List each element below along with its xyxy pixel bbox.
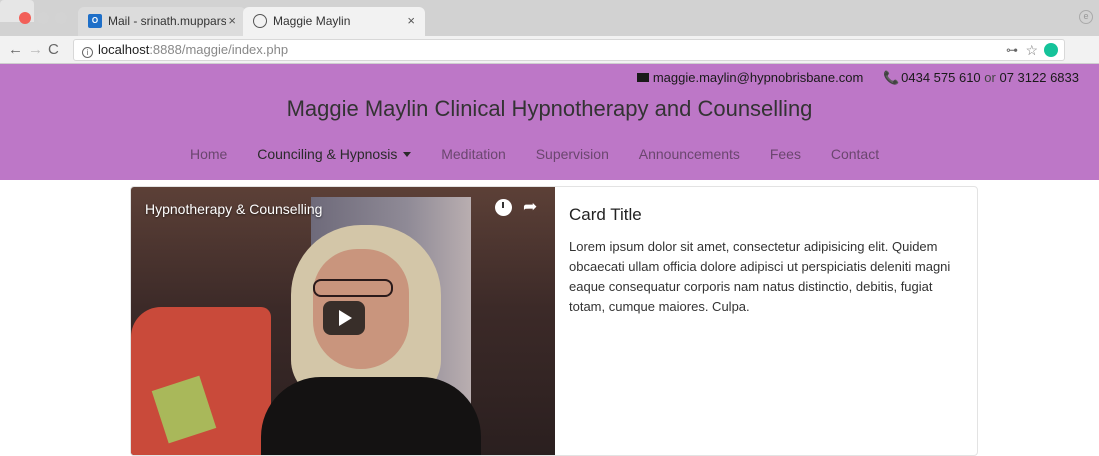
- tab-mail[interactable]: O Mail - srinath.mupparsiravinde ×: [78, 7, 246, 36]
- nav-item-contact[interactable]: Contact: [831, 146, 879, 162]
- nav-item-fees[interactable]: Fees: [770, 146, 801, 162]
- video-title[interactable]: Hypnotherapy & Counselling: [145, 201, 322, 217]
- close-icon[interactable]: ×: [407, 13, 415, 28]
- watch-later-icon[interactable]: [495, 199, 512, 216]
- maximize-window-button[interactable]: [55, 12, 67, 24]
- bookmark-star-icon[interactable]: ☆: [1025, 40, 1038, 60]
- nav-item-counciling-hypnosis[interactable]: Counciling & Hypnosis: [257, 146, 412, 162]
- card-text: Lorem ipsum dolor sit amet, consectetur …: [569, 239, 951, 314]
- contact-bar: maggie.maylin@hypnobrisbane.com 📞 0434 57…: [636, 70, 1079, 86]
- share-icon[interactable]: ➦: [523, 197, 537, 217]
- play-button[interactable]: [323, 301, 365, 335]
- site-header: maggie.maylin@hypnobrisbane.com 📞 0434 57…: [0, 64, 1099, 180]
- content-card: Hypnotherapy & Counselling ➦ Card Title …: [130, 186, 978, 456]
- phone-separator: or: [984, 70, 996, 85]
- phone-icon: 📞: [882, 70, 900, 85]
- card-title: Card Title: [569, 205, 642, 224]
- outlook-icon: O: [88, 14, 102, 28]
- close-window-button[interactable]: [19, 12, 31, 24]
- nav-item-home[interactable]: Home: [190, 146, 227, 162]
- envelope-icon: [636, 73, 649, 82]
- main-nav: Home Counciling & Hypnosis Meditation Su…: [190, 146, 905, 162]
- globe-icon: [253, 14, 267, 28]
- email-link[interactable]: maggie.maylin@hypnobrisbane.com: [653, 70, 863, 85]
- address-bar[interactable]: i localhost:8888/maggie/index.php ⊶ ☆: [73, 39, 1065, 61]
- phone-secondary[interactable]: 07 3122 6833: [999, 70, 1079, 85]
- video-embed[interactable]: Hypnotherapy & Counselling ➦: [131, 187, 555, 455]
- forward-arrow-icon[interactable]: →: [28, 41, 43, 58]
- back-arrow-icon[interactable]: ←: [8, 41, 23, 58]
- reload-icon[interactable]: C: [48, 41, 59, 58]
- minimize-window-button[interactable]: [37, 12, 49, 24]
- nav-item-meditation[interactable]: Meditation: [441, 146, 506, 162]
- nav-item-announcements[interactable]: Announcements: [639, 146, 740, 162]
- card-body: Card Title Lorem ipsum dolor sit amet, c…: [569, 205, 969, 317]
- browser-toolbar: ← → C i localhost:8888/maggie/index.php ⊶…: [0, 36, 1099, 64]
- nav-item-label: Counciling & Hypnosis: [257, 146, 398, 162]
- close-icon[interactable]: ×: [228, 13, 236, 28]
- tab-maggie-maylin[interactable]: Maggie Maylin ×: [243, 7, 425, 36]
- caret-down-icon: [403, 152, 412, 157]
- key-icon[interactable]: ⊶: [1006, 40, 1018, 60]
- url-host: localhost: [98, 42, 150, 57]
- url-path: :8888/maggie/index.php: [149, 42, 289, 57]
- grammarly-extension-icon[interactable]: [1044, 43, 1058, 57]
- profile-icon[interactable]: e: [1079, 10, 1093, 24]
- info-icon[interactable]: i: [82, 47, 93, 58]
- site-title: Maggie Maylin Clinical Hypnotherapy and …: [286, 96, 813, 121]
- tab-label: Mail - srinath.mupparsiravinde: [108, 14, 226, 28]
- phone-primary[interactable]: 0434 575 610: [901, 70, 981, 85]
- nav-item-supervision[interactable]: Supervision: [536, 146, 609, 162]
- browser-tab-strip: O Mail - srinath.mupparsiravinde × Maggi…: [0, 0, 1099, 36]
- tab-label: Maggie Maylin: [273, 14, 351, 28]
